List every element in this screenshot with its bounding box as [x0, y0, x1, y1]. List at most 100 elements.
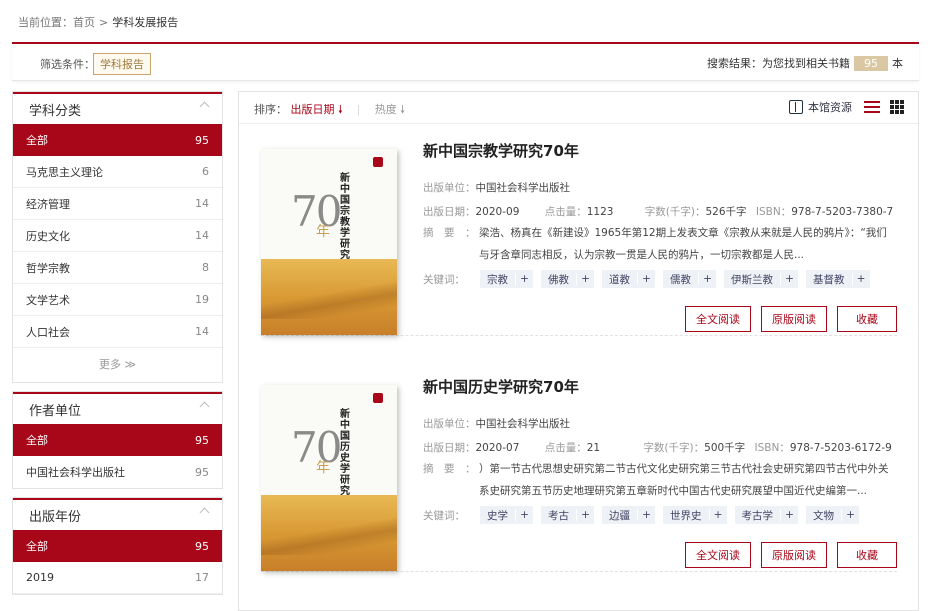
words-label: 字数(千字)：	[644, 206, 706, 218]
breadcrumb-separator: >	[99, 16, 109, 29]
filter-tag[interactable]: 学科报告	[93, 53, 151, 75]
year-panel-header[interactable]: 出版年份	[13, 498, 222, 530]
subject-item[interactable]: 全部 95	[13, 124, 222, 156]
subject-item[interactable]: 人口社会 14	[13, 316, 222, 348]
keyword-tag[interactable]: 伊斯兰教 +	[724, 270, 798, 288]
year-item[interactable]: 全部 95	[13, 530, 222, 562]
breadcrumb-home[interactable]: 首页	[73, 16, 95, 29]
abstract-text: 梁浩、杨真在《新建设》1965年第12期上发表文章《宗教从来就是人民的鸦片》：“…	[479, 227, 887, 261]
plus-icon[interactable]: +	[637, 273, 655, 285]
breadcrumb-prefix: 当前位置：	[18, 16, 73, 29]
keyword-tag[interactable]: 世界史 +	[663, 506, 727, 524]
fulltext-read-button[interactable]: 全文阅读	[685, 542, 751, 568]
abstract-text: ）第一节古代思想史研究第二节古代文化史研究第三节古代社会史研究第四节古代中外关系…	[479, 463, 889, 497]
subject-item[interactable]: 历史文化 14	[13, 220, 222, 252]
chevron-up-icon[interactable]	[199, 401, 210, 412]
keyword-tag[interactable]: 佛教 +	[541, 270, 594, 288]
keyword-tag[interactable]: 史学 +	[480, 506, 533, 524]
list-view-icon[interactable]	[864, 100, 880, 114]
keyword-label: 边疆	[609, 509, 630, 522]
keyword-tag[interactable]: 边疆 +	[602, 506, 655, 524]
double-chevron-down-icon: ≫	[124, 358, 136, 371]
keyword-label: 基督教	[813, 273, 845, 286]
subject-item[interactable]: 马克思主义理论 6	[13, 156, 222, 188]
plus-icon[interactable]: +	[780, 273, 798, 285]
isbn-label: ISBN：	[754, 442, 790, 454]
author-panel-header[interactable]: 作者单位	[13, 392, 222, 424]
book-cover[interactable]: 70 年 新中国宗教学研究	[261, 149, 397, 335]
keyword-label: 史学	[487, 509, 508, 522]
book-title[interactable]: 新中国历史学研究70年	[423, 376, 579, 397]
clicks-label: 点击量：	[544, 442, 587, 454]
subject-item-count: 14	[195, 229, 209, 242]
arrow-down-icon: 🠗	[400, 103, 405, 116]
keyword-label: 考古	[548, 509, 569, 522]
plus-icon[interactable]: +	[698, 273, 716, 285]
cover-artwork	[261, 259, 397, 335]
grid-view-icon[interactable]	[890, 100, 904, 114]
plus-icon[interactable]: +	[780, 509, 798, 521]
subject-item-label: 哲学宗教	[26, 261, 70, 275]
author-item[interactable]: 中国社会科学出版社 95	[13, 456, 222, 488]
publisher-logo-icon	[373, 157, 383, 167]
book-abstract: 摘 要 ： ）第一节古代思想史研究第二节古代文化史研究第三节古代社会史研究第四节…	[423, 458, 891, 502]
author-item[interactable]: 全部 95	[13, 424, 222, 456]
sort-label: 排序：	[254, 103, 287, 116]
original-read-button[interactable]: 原版阅读	[761, 542, 827, 568]
book-cover[interactable]: 70 年 新中国历史学研究	[261, 385, 397, 571]
keyword-tag[interactable]: 基督教 +	[806, 270, 870, 288]
keyword-label: 世界史	[670, 509, 702, 522]
publisher-label: 出版单位：	[423, 182, 476, 194]
plus-icon[interactable]: +	[576, 509, 594, 521]
plus-icon[interactable]: +	[841, 509, 859, 521]
plus-icon[interactable]: +	[708, 509, 727, 521]
collect-button[interactable]: 收藏	[837, 542, 897, 568]
publisher-value: 中国社会科学出版社	[475, 182, 571, 194]
subject-item[interactable]: 哲学宗教 8	[13, 252, 222, 284]
author-item-label: 全部	[26, 434, 48, 447]
subject-item-count: 6	[202, 165, 209, 178]
subject-panel-header[interactable]: 学科分类	[13, 92, 222, 124]
author-panel: 作者单位 全部 95 中国社会科学出版社 95	[12, 391, 223, 489]
keyword-tag[interactable]: 宗教 +	[480, 270, 533, 288]
keywords: 关键词： 史学 + 考古 + 边疆 + 世界史 + 考古学 + 文物 +	[423, 506, 867, 524]
cover-nian: 年	[316, 460, 330, 476]
book-title[interactable]: 新中国宗教学研究70年	[423, 140, 579, 161]
keyword-tag[interactable]: 道教 +	[602, 270, 655, 288]
keyword-label: 考古学	[741, 509, 774, 522]
year-item-label: 全部	[26, 540, 48, 553]
subject-item-label: 文学艺术	[26, 293, 70, 307]
keyword-tag[interactable]: 考古 +	[541, 506, 594, 524]
sort-by-date[interactable]: 出版日期 🠗	[291, 103, 343, 116]
filter-bar: 筛选条件： 学科报告 搜索结果：为您找到相关书籍 95 本	[12, 44, 919, 81]
plus-icon[interactable]: +	[515, 509, 533, 521]
author-panel-title: 作者单位	[29, 404, 82, 419]
original-read-button[interactable]: 原版阅读	[761, 306, 827, 332]
plus-icon[interactable]: +	[851, 273, 870, 285]
keywords: 关键词： 宗教 + 佛教 + 道教 + 儒教 + 伊斯兰教 + 基督教 +	[423, 270, 878, 288]
book-actions: 全文阅读 原版阅读 收藏	[675, 306, 897, 332]
fulltext-read-button[interactable]: 全文阅读	[685, 306, 751, 332]
chevron-up-icon[interactable]	[199, 101, 210, 112]
publisher-label: 出版单位：	[423, 418, 476, 430]
result-count: 95	[854, 56, 888, 71]
chevron-up-icon[interactable]	[199, 507, 210, 518]
more-button[interactable]: 更多 ≫	[13, 348, 222, 382]
local-resources-link[interactable]: 本馆资源	[808, 99, 852, 115]
isbn-value: 978-7-5203-6172-9	[789, 442, 892, 454]
book-item: 70 年 新中国历史学研究 新中国历史学研究70年 出版单位：中国社会科学出版社…	[261, 352, 897, 572]
collect-button[interactable]: 收藏	[837, 306, 897, 332]
subject-item[interactable]: 经济管理 14	[13, 188, 222, 220]
plus-icon[interactable]: +	[637, 509, 655, 521]
sort-heat-label: 热度	[374, 103, 397, 116]
keyword-tag[interactable]: 文物 +	[806, 506, 859, 524]
sort-by-heat[interactable]: 热度 🠗	[375, 103, 405, 116]
plus-icon[interactable]: +	[576, 273, 594, 285]
year-item[interactable]: 2019 17	[13, 562, 222, 594]
subject-item[interactable]: 文学艺术 19	[13, 284, 222, 316]
publisher-value: 中国社会科学出版社	[475, 418, 571, 430]
plus-icon[interactable]: +	[515, 273, 533, 285]
subject-item-label: 人口社会	[26, 325, 70, 339]
keyword-tag[interactable]: 儒教 +	[663, 270, 716, 288]
keyword-tag[interactable]: 考古学 +	[734, 506, 798, 524]
